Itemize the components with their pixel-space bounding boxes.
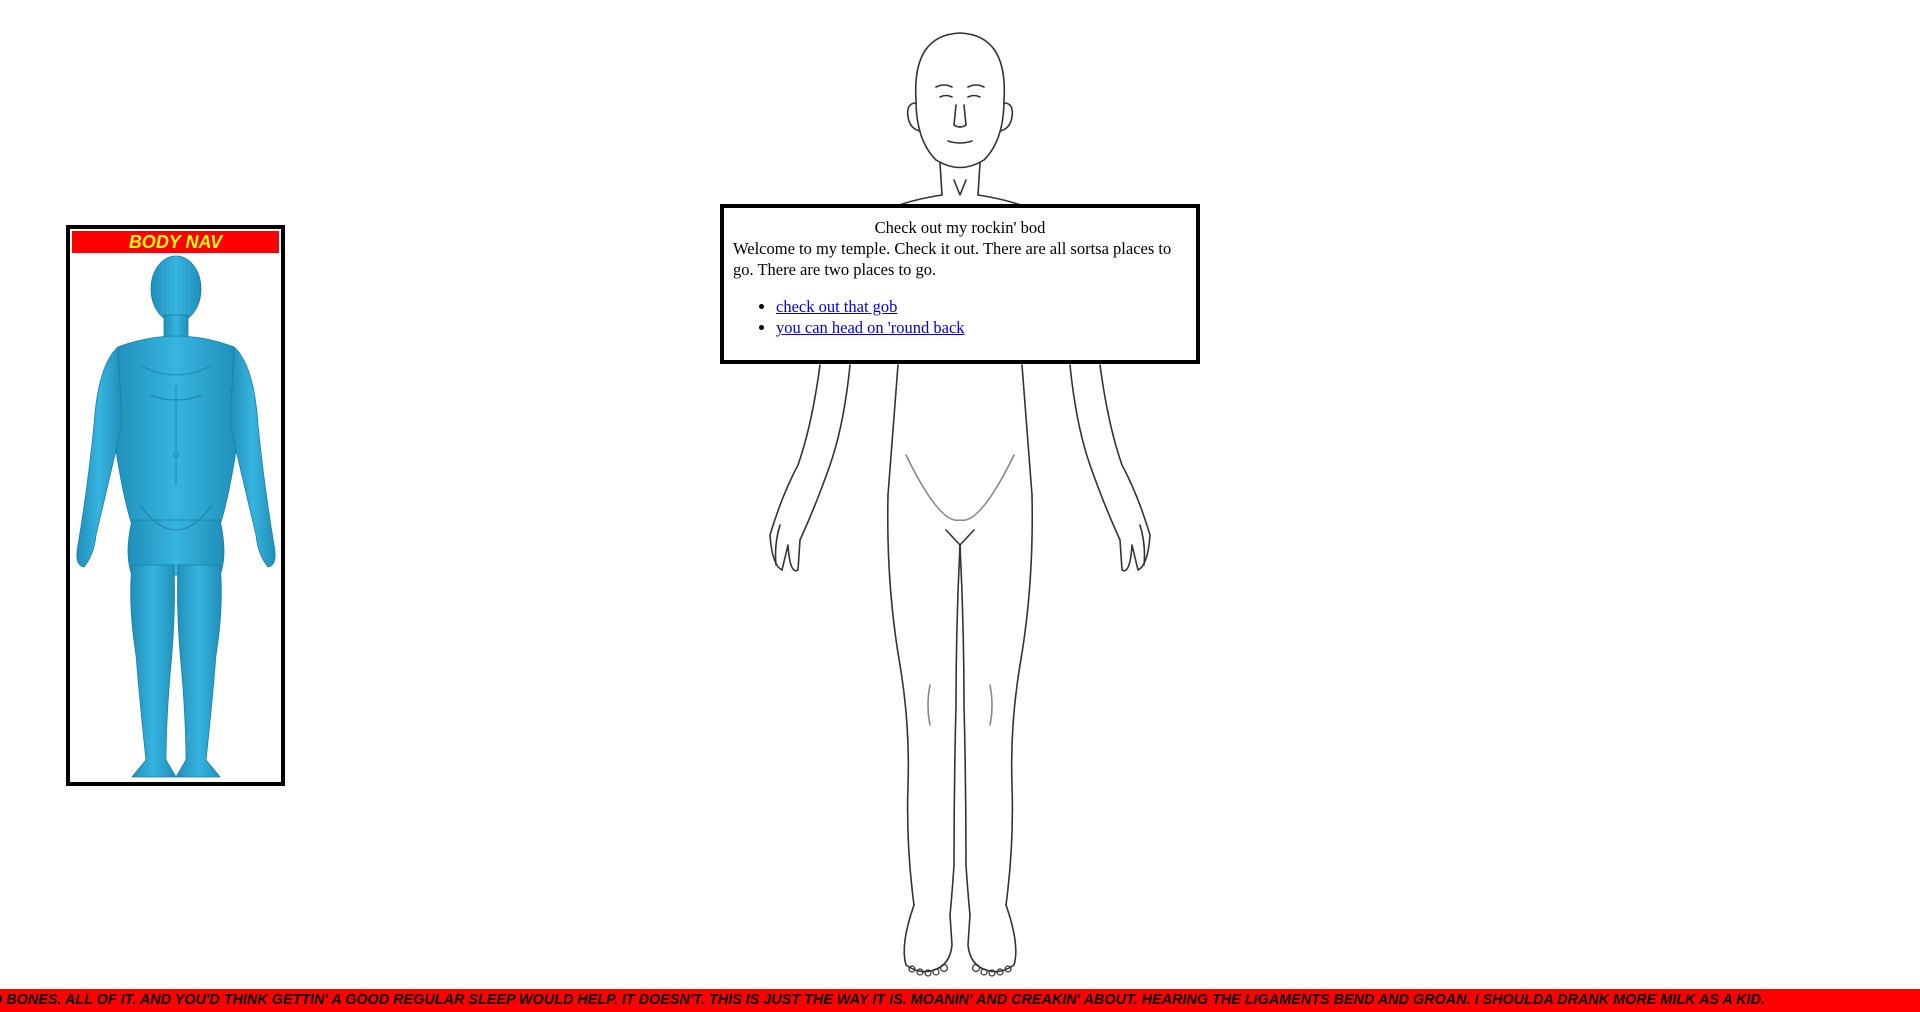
body-nav-panel: BODY NAV xyxy=(66,225,285,786)
link-head-round-back[interactable]: you can head on 'round back xyxy=(776,318,965,337)
link-check-out-that-gob[interactable]: check out that gob xyxy=(776,297,897,316)
dialog-body-text: Welcome to my temple. Check it out. Ther… xyxy=(733,239,1172,279)
ticker-text: D BONES. ALL OF IT. AND YOU'D THINK GETT… xyxy=(0,992,1766,1008)
dialog-title: Check out my rockin' bod xyxy=(874,218,1046,237)
human-figure-icon[interactable] xyxy=(70,255,281,782)
list-item: check out that gob xyxy=(776,296,1196,317)
scrolling-ticker: D BONES. ALL OF IT. AND YOU'D THINK GETT… xyxy=(0,989,1920,1012)
welcome-dialog: Check out my rockin' bod Welcome to my t… xyxy=(720,204,1200,364)
body-outline-icon[interactable] xyxy=(720,25,1200,985)
list-item: you can head on 'round back xyxy=(776,317,1196,338)
dialog-link-list: check out that gob you can head on 'roun… xyxy=(724,296,1196,338)
body-nav-title: BODY NAV xyxy=(72,231,279,253)
